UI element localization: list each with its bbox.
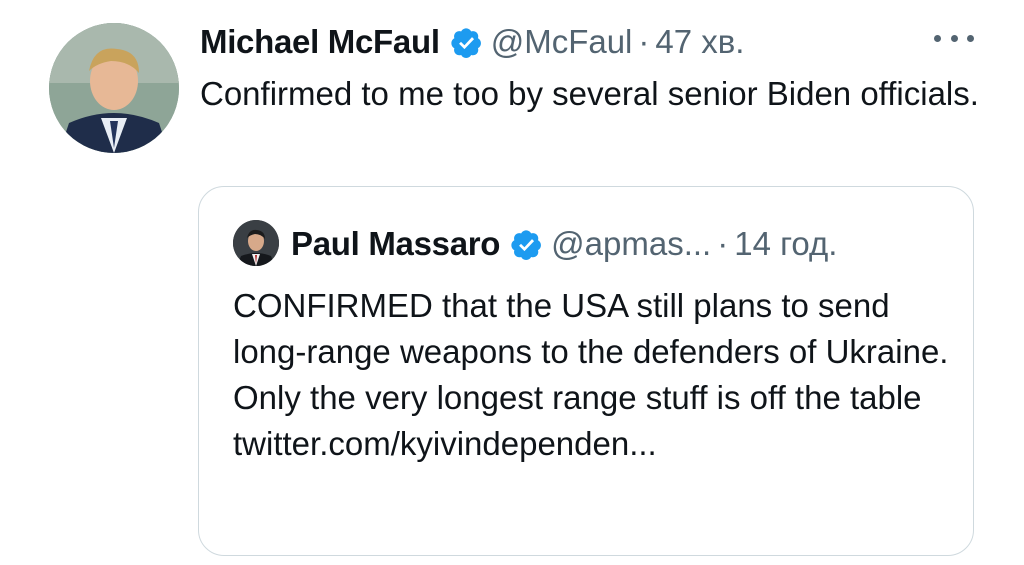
separator-dot: · [638, 23, 650, 60]
separator-dot: · [717, 225, 729, 262]
more-options-icon[interactable] [934, 28, 974, 48]
quoted-author-handle[interactable]: @apmas... [551, 225, 711, 263]
quoted-tweet-header: Paul Massaro @apmas... · 14 год. [291, 223, 837, 265]
quoted-tweet-text: CONFIRMED that the USA still plans to se… [233, 287, 949, 462]
verified-badge-icon [510, 228, 543, 261]
quoted-tweet[interactable]: Paul Massaro @apmas... · 14 год. CONFIRM… [198, 186, 974, 556]
quoted-author-name[interactable]: Paul Massaro [291, 225, 500, 263]
quoted-tweet-timestamp[interactable]: 14 год. [734, 225, 837, 263]
dot [950, 34, 958, 42]
dot [967, 34, 974, 42]
tweet-timestamp[interactable]: 47 хв. [655, 23, 744, 61]
author-name[interactable]: Michael McFaul [200, 23, 440, 61]
dot [934, 34, 941, 42]
tweet-header: Michael McFaul @McFaul · 47 хв. [200, 20, 744, 64]
tweet-text: Confirmed to me too by several senior Bi… [200, 75, 979, 112]
author-avatar[interactable] [49, 23, 179, 153]
verified-badge-icon [450, 26, 483, 59]
quoted-author-avatar[interactable] [233, 220, 279, 266]
tweet[interactable]: Michael McFaul @McFaul · 47 хв. Confirme… [0, 0, 1024, 565]
author-handle[interactable]: @McFaul [491, 23, 633, 61]
